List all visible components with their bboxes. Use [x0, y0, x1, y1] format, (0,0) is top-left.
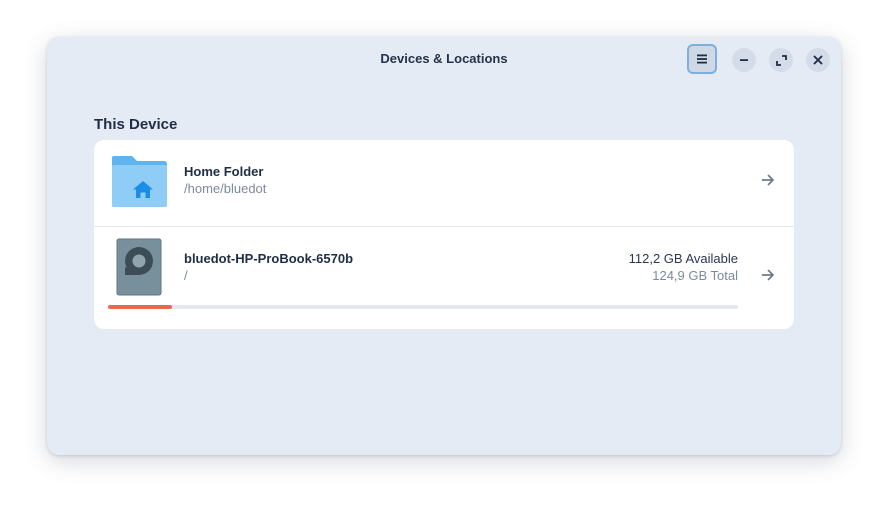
locations-list: Home Folder /home/bluedot bluedot-HP-Pro…: [94, 140, 794, 329]
location-path: /home/bluedot: [184, 181, 267, 196]
location-name: bluedot-HP-ProBook-6570b: [184, 251, 354, 266]
location-name: Home Folder: [184, 164, 264, 179]
hard-disk-icon: [116, 238, 162, 296]
total-space: 124,9 GB Total: [652, 268, 738, 283]
location-path: /: [184, 268, 188, 283]
disk-usage-fill: [108, 305, 173, 309]
location-row-system-disk[interactable]: bluedot-HP-ProBook-6570b / 112,2 GB Avai…: [94, 227, 794, 329]
arrow-right-icon: [761, 174, 774, 186]
close-icon: [813, 55, 823, 65]
disk-usage-bar: [108, 305, 738, 309]
menu-button[interactable]: [687, 44, 717, 74]
minimize-button[interactable]: [732, 48, 756, 72]
close-button[interactable]: [806, 48, 830, 72]
hamburger-menu-icon: [697, 54, 707, 64]
arrow-right-icon: [761, 269, 774, 281]
section-title: This Device: [94, 116, 178, 133]
maximize-icon: [775, 54, 787, 66]
available-space: 112,2 GB Available: [628, 251, 738, 266]
location-row-home-folder[interactable]: Home Folder /home/bluedot: [94, 140, 794, 227]
header-bar: Devices & Locations: [47, 37, 841, 83]
home-folder-icon: [112, 156, 167, 207]
minimize-icon: [740, 59, 748, 61]
devices-locations-window: Devices & Locations This Device Home Fol…: [47, 37, 841, 455]
window-title: Devices & Locations: [380, 51, 508, 66]
maximize-button[interactable]: [769, 48, 793, 72]
